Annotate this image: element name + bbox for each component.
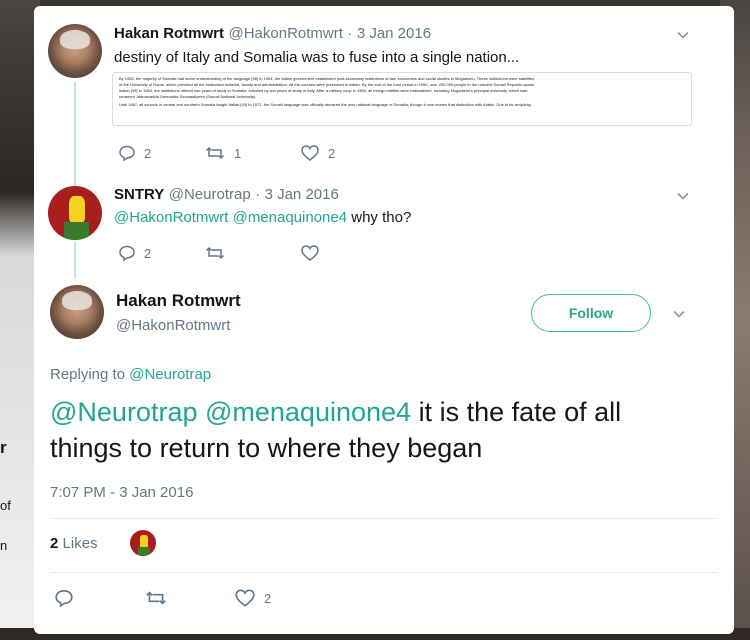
retweet-icon — [204, 244, 226, 262]
likes-summary[interactable]: 2 Likes — [50, 535, 98, 552]
chevron-down-icon[interactable] — [676, 189, 690, 203]
tweet-header: Hakan Rotmwrt @HakonRotmwrt · 3 Jan 2016 — [114, 25, 431, 43]
tweet-actions: 2 1 2 — [118, 144, 418, 164]
author-name[interactable]: Hakan Rotmwrt — [114, 25, 224, 42]
retweet-action[interactable]: 1 — [204, 144, 241, 162]
like-action[interactable]: 2 — [300, 144, 335, 162]
likes-count: 2 — [50, 535, 59, 552]
divider — [50, 572, 718, 573]
reply-icon — [54, 588, 74, 608]
document-line: Until 1967, all schools in central and s… — [119, 102, 532, 107]
reply-icon — [118, 144, 136, 162]
background-edge-glyph: of — [0, 498, 11, 513]
thread-line — [74, 82, 76, 187]
tweet-timestamp[interactable]: 7:07 PM - 3 Jan 2016 — [50, 484, 193, 501]
focused-tweet-text: @Neurotrap @menaquinone4 it is the fate … — [50, 394, 700, 466]
reply-action[interactable]: 2 — [118, 244, 151, 262]
tweet-text: destiny of Italy and Somalia was to fuse… — [114, 49, 520, 66]
author-handle[interactable]: @HakonRotmwrt — [116, 317, 230, 334]
mention-link[interactable]: @Neurotrap @menaquinone4 — [50, 397, 411, 427]
reply-icon — [118, 244, 136, 262]
tweet-date[interactable]: 3 Jan 2016 — [357, 25, 431, 42]
background-edge-glyph: n — [0, 538, 8, 553]
like-count: 2 — [328, 145, 336, 161]
author-handle[interactable]: @HakonRotmwrt — [228, 25, 342, 42]
tweet-text: @HakonRotmwrt @menaquinone4 why tho? — [114, 209, 411, 226]
avatar[interactable] — [50, 285, 104, 339]
reply-action[interactable]: 2 — [118, 144, 151, 162]
tweet-date[interactable]: 3 Jan 2016 — [265, 186, 339, 203]
author-name[interactable]: Hakan Rotmwrt — [116, 291, 241, 311]
heart-icon — [234, 588, 256, 608]
thread-line — [74, 241, 76, 279]
likes-label: Likes — [62, 535, 98, 552]
tweet-body: why tho? — [351, 209, 412, 226]
reply-action[interactable] — [54, 588, 74, 608]
heart-icon — [300, 244, 320, 262]
reply-count: 2 — [144, 145, 152, 161]
tweet-actions: 2 — [118, 244, 418, 264]
document-line: renamed Jaamacadda Ummadda Soomaaliyeed … — [119, 94, 257, 99]
like-action[interactable]: 2 — [234, 588, 271, 608]
retweet-icon — [204, 144, 226, 162]
attached-document-image[interactable]: By 1952, the majority of Somalis had som… — [112, 72, 692, 126]
background-edge-glyph: r — [0, 438, 7, 457]
tweet-header: SNTRY @Neurotrap · 3 Jan 2016 — [114, 186, 339, 204]
like-count: 2 — [264, 590, 272, 606]
replying-to: Replying to @Neurotrap — [50, 366, 211, 383]
separator: · — [347, 25, 353, 42]
author-name[interactable]: SNTRY — [114, 186, 164, 203]
tweet-actions: 2 — [54, 588, 374, 608]
mention-link[interactable]: @HakonRotmwrt @menaquinone4 — [114, 209, 347, 226]
replying-prefix: Replying to — [50, 366, 126, 383]
avatar[interactable] — [48, 186, 102, 240]
reply-count: 2 — [144, 245, 152, 261]
follow-button[interactable]: Follow — [531, 294, 651, 332]
replying-to-link[interactable]: @Neurotrap — [129, 366, 211, 383]
liker-avatar[interactable] — [130, 530, 156, 556]
retweet-action[interactable] — [144, 588, 168, 608]
retweet-count: 1 — [234, 145, 242, 161]
divider — [50, 518, 718, 519]
chevron-down-icon[interactable] — [676, 28, 690, 42]
chevron-down-icon[interactable] — [672, 307, 686, 321]
author-handle[interactable]: @Neurotrap — [169, 186, 251, 203]
heart-icon — [300, 144, 320, 162]
retweet-icon — [144, 588, 168, 608]
avatar[interactable] — [48, 24, 102, 78]
separator: · — [255, 186, 261, 203]
like-action[interactable] — [300, 244, 320, 262]
tweet-conversation-card: Hakan Rotmwrt @HakonRotmwrt · 3 Jan 2016… — [34, 6, 734, 634]
retweet-action[interactable] — [204, 244, 226, 262]
